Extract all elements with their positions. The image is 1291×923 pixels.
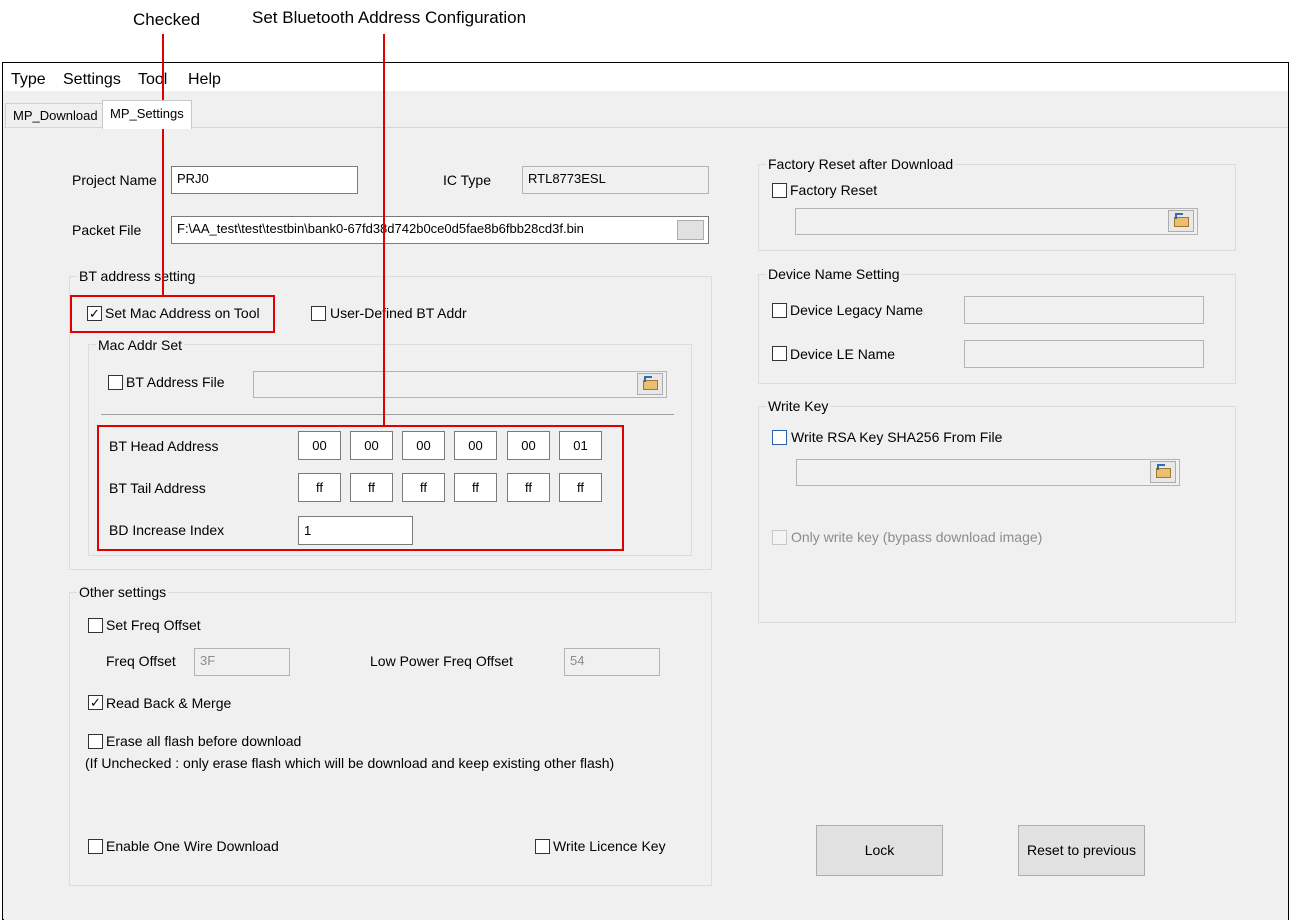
ic-type-field: RTL8773ESL (522, 166, 709, 194)
write-rsa-key-browse-icon[interactable] (1150, 461, 1176, 483)
erase-note: (If Unchecked : only erase flash which w… (85, 755, 615, 771)
tab-strip: MP_Download MP_Settings (3, 91, 1288, 129)
ic-type-label: IC Type (443, 172, 491, 188)
only-write-key-checkbox[interactable] (772, 530, 787, 545)
erase-all-flash-label: Erase all flash before download (106, 733, 302, 749)
read-back-merge-label: Read Back & Merge (106, 695, 232, 711)
device-legacy-name-input[interactable] (964, 296, 1204, 324)
user-defined-label: User-Defined BT Addr (330, 305, 467, 321)
write-rsa-key-label: Write RSA Key SHA256 From File (791, 429, 1003, 445)
write-rsa-key-input[interactable] (796, 459, 1180, 486)
project-name-input[interactable]: PRJ0 (171, 166, 358, 194)
lock-button[interactable]: Lock (816, 825, 943, 876)
packet-file-input[interactable]: F:\AA_test\test\testbin\bank0-67fd38d742… (171, 216, 709, 244)
device-le-name-input[interactable] (964, 340, 1204, 368)
mac-separator (101, 414, 674, 415)
factory-reset-title: Factory Reset after Download (766, 156, 956, 172)
annotation-checked-box (70, 295, 275, 333)
menu-settings[interactable]: Settings (63, 71, 121, 89)
menu-type[interactable]: Type (11, 71, 46, 89)
tab-mp-download[interactable]: MP_Download (5, 103, 106, 128)
device-legacy-name-checkbox[interactable] (772, 303, 787, 318)
low-power-freq-offset-input[interactable]: 54 (564, 648, 660, 676)
annotation-bt-config: Set Bluetooth Address Configuration (252, 8, 527, 27)
reset-to-previous-button[interactable]: Reset to previous (1018, 825, 1145, 876)
set-freq-offset-checkbox[interactable] (88, 618, 103, 633)
menu-help[interactable]: Help (188, 71, 221, 89)
packet-file-browse-button[interactable] (677, 220, 704, 240)
packet-file-path: F:\AA_test\test\testbin\bank0-67fd38d742… (177, 221, 584, 236)
factory-reset-checkbox[interactable] (772, 183, 787, 198)
annotation-bt-config-line (383, 34, 385, 426)
one-wire-download-label: Enable One Wire Download (106, 838, 279, 854)
bt-address-group-title: BT address setting (77, 268, 198, 284)
other-settings-title: Other settings (77, 584, 169, 600)
annotation-bt-config-box (97, 425, 624, 551)
annotation-checked: Checked (133, 10, 201, 29)
device-le-name-label: Device LE Name (790, 346, 896, 362)
set-freq-offset-label: Set Freq Offset (106, 617, 201, 633)
packet-file-label: Packet File (72, 222, 142, 238)
write-key-title: Write Key (766, 398, 831, 414)
read-back-merge-checkbox[interactable]: ✓ (88, 695, 103, 710)
erase-all-flash-checkbox[interactable] (88, 734, 103, 749)
project-name-label: Project Name (72, 172, 157, 188)
device-name-title: Device Name Setting (766, 266, 902, 282)
mac-addr-set-title: Mac Addr Set (96, 337, 185, 353)
menu-bar: Type Settings Tool Help (3, 63, 1288, 91)
freq-offset-label: Freq Offset (106, 653, 176, 669)
bt-address-file-input[interactable] (253, 371, 667, 398)
tab-mp-settings[interactable]: MP_Settings (102, 100, 192, 129)
write-licence-key-checkbox[interactable] (535, 839, 550, 854)
device-le-name-checkbox[interactable] (772, 346, 787, 361)
low-power-freq-offset-label: Low Power Freq Offset (370, 653, 513, 669)
factory-reset-label: Factory Reset (790, 182, 878, 198)
factory-reset-browse-icon[interactable] (1168, 210, 1194, 232)
bt-address-file-browse-icon[interactable] (637, 373, 663, 395)
user-defined-checkbox[interactable] (311, 306, 326, 321)
freq-offset-input[interactable]: 3F (194, 648, 290, 676)
annotation-checked-line (162, 34, 164, 296)
write-rsa-key-checkbox[interactable] (772, 430, 787, 445)
only-write-key-label: Only write key (bypass download image) (791, 529, 1043, 545)
write-licence-key-label: Write Licence Key (553, 838, 666, 854)
bt-address-file-label: BT Address File (126, 374, 225, 390)
one-wire-download-checkbox[interactable] (88, 839, 103, 854)
bt-address-file-checkbox[interactable] (108, 375, 123, 390)
factory-reset-input[interactable] (795, 208, 1198, 235)
device-legacy-name-label: Device Legacy Name (790, 302, 924, 318)
